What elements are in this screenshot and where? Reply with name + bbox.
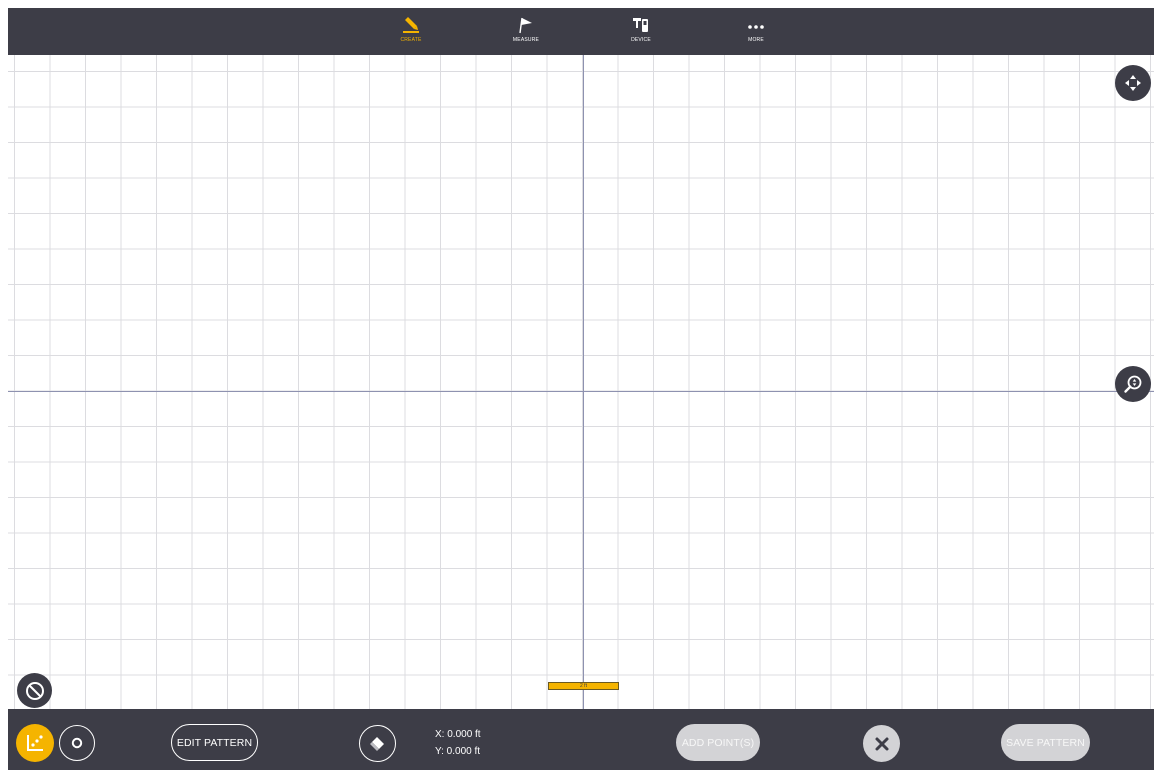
pan-arrows-icon — [1125, 75, 1141, 91]
more-dots-icon — [748, 25, 764, 29]
nav-measure[interactable]: MEASURE — [496, 8, 556, 55]
grid-pattern-icon — [27, 735, 43, 751]
nav-more-label: MORE — [748, 37, 764, 43]
x-coordinate: X: 0.000 ft — [435, 729, 481, 740]
nav-more[interactable]: MORE — [726, 8, 786, 55]
zoom-button[interactable] — [1115, 366, 1151, 402]
device-icon — [633, 18, 648, 32]
prohibited-icon — [25, 681, 44, 700]
save-pattern-button[interactable]: SAVE PATTERN — [1001, 724, 1090, 761]
grid-pattern-mode-button[interactable] — [16, 724, 54, 762]
discard-button[interactable] — [863, 725, 900, 762]
nav-device[interactable]: DEVICE — [611, 8, 671, 55]
top-nav-bar: CREATE MEASURE DEVICE MORE — [8, 8, 1154, 55]
nav-create[interactable]: CREATE — [381, 8, 441, 55]
close-icon — [875, 737, 888, 750]
nav-measure-label: MEASURE — [512, 37, 540, 43]
add-points-button[interactable]: ADD POINT(S) — [676, 724, 760, 761]
eraser-button[interactable] — [359, 725, 396, 762]
nav-create-label: CREATE — [400, 37, 422, 43]
nav-device-label: DEVICE — [631, 37, 651, 43]
drawing-canvas[interactable]: 2 ft — [8, 55, 1154, 709]
scale-bar: 2 ft — [548, 682, 619, 690]
circle-icon — [71, 737, 83, 749]
y-coordinate: Y: 0.000 ft — [435, 746, 481, 757]
save-pattern-label: SAVE PATTERN — [1006, 736, 1085, 749]
bottom-toolbar: EDIT PATTERN X: 0.000 ft Y: 0.000 ft ADD… — [8, 709, 1154, 770]
pan-button[interactable] — [1115, 65, 1151, 101]
eraser-icon — [369, 736, 384, 751]
edit-pattern-button[interactable]: EDIT PATTERN — [171, 724, 258, 761]
add-points-label: ADD POINT(S) — [681, 736, 755, 749]
scale-bar-label: 2 ft — [580, 683, 587, 689]
y-axis-line — [583, 55, 584, 709]
pencil-icon — [403, 17, 419, 33]
cancel-selection-button[interactable] — [17, 673, 52, 708]
zoom-magnifier-icon — [1124, 375, 1142, 393]
edit-pattern-label: EDIT PATTERN — [176, 736, 253, 749]
coordinate-readout: X: 0.000 ft Y: 0.000 ft — [435, 726, 481, 760]
circle-pattern-mode-button[interactable] — [59, 725, 95, 761]
x-axis-line — [8, 391, 1154, 392]
flag-icon — [519, 17, 532, 34]
app-frame: CREATE MEASURE DEVICE MORE 2 ft EDIT PAT… — [8, 8, 1154, 770]
